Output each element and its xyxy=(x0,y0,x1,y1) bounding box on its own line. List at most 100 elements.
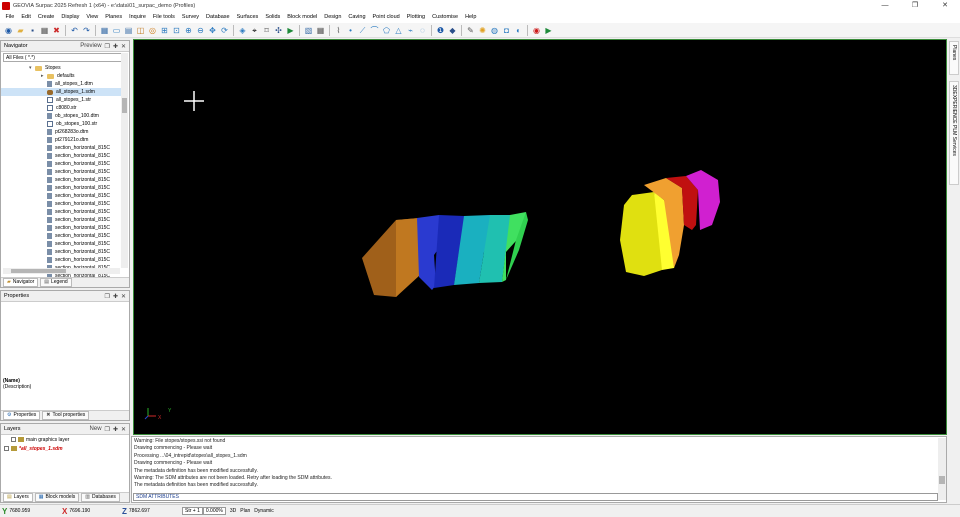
string-indicator[interactable]: Str + 1 xyxy=(182,507,203,515)
digitise-icon[interactable]: ⌇ xyxy=(333,25,344,36)
maximize-button[interactable]: ❐ xyxy=(900,0,930,12)
properties-icon[interactable]: ◆ xyxy=(447,25,458,36)
erase-icon[interactable]: ✖ xyxy=(51,25,62,36)
close-panel-icon[interactable]: ✕ xyxy=(121,293,126,300)
menu-block-model[interactable]: Block model xyxy=(284,12,321,23)
menu-database[interactable]: Database xyxy=(203,12,234,23)
menu-file[interactable]: File xyxy=(2,12,18,23)
scrollbar-thumb[interactable] xyxy=(122,98,127,113)
layer-item[interactable]: main graphics layer xyxy=(1,435,129,444)
pin-icon[interactable]: ✚ xyxy=(113,43,118,50)
tab-layers[interactable]: ▤ Layers xyxy=(3,493,33,502)
segment-icon[interactable]: ⌒ xyxy=(369,25,380,36)
render-mode-indicator[interactable]: Dynamic xyxy=(254,508,273,514)
zoom-in-icon[interactable]: ⊕ xyxy=(183,25,194,36)
grid-view-icon[interactable]: ▦ xyxy=(99,25,110,36)
menu-surfaces[interactable]: Surfaces xyxy=(233,12,262,23)
polygon-icon[interactable]: ⬠ xyxy=(381,25,392,36)
tree-item[interactable]: section_horizontal_815C xyxy=(1,208,121,216)
graphics-viewport[interactable]: Y X xyxy=(133,39,947,435)
tree-item[interactable]: section_horizontal_815C xyxy=(1,184,121,192)
tab-properties[interactable]: ⚙ Properties xyxy=(3,411,41,420)
navigator-vertical-scrollbar[interactable] xyxy=(121,53,128,268)
redo-icon[interactable]: ↷ xyxy=(81,25,92,36)
globe-icon[interactable]: ◉ xyxy=(3,25,14,36)
menu-solids[interactable]: Solids xyxy=(262,12,284,23)
tree-item[interactable]: pt279121o.dtm xyxy=(1,136,121,144)
stope-solid-right[interactable] xyxy=(620,170,720,276)
tree-item[interactable]: section_horizontal_815C xyxy=(1,232,121,240)
minimize-button[interactable]: — xyxy=(870,0,900,12)
close-panel-icon[interactable]: ✕ xyxy=(121,43,126,50)
menu-design[interactable]: Design xyxy=(321,12,345,23)
zoom-all-icon[interactable]: ⊡ xyxy=(171,25,182,36)
stope-solid-left[interactable] xyxy=(362,212,528,297)
pen-icon[interactable]: ✎ xyxy=(465,25,476,36)
navigator-horizontal-scrollbar[interactable] xyxy=(3,268,120,274)
stop-icon[interactable]: ◉ xyxy=(531,25,542,36)
tree-item[interactable]: section_horizontal_815C xyxy=(1,240,121,248)
play-icon[interactable]: ▶ xyxy=(543,25,554,36)
console-scrollbar[interactable] xyxy=(938,438,946,500)
compass-icon[interactable]: ◈ xyxy=(237,25,248,36)
screen-icon[interactable]: ▭ xyxy=(111,25,122,36)
tab-navigator[interactable]: ▰ Navigator xyxy=(3,278,39,287)
menu-edit[interactable]: Edit xyxy=(18,12,34,23)
layer-visibility-checkbox[interactable] xyxy=(4,446,9,451)
tree-item[interactable]: section_horizontal_815C xyxy=(1,224,121,232)
menu-plotting[interactable]: Plotting xyxy=(403,12,428,23)
tree-item[interactable]: section_horizontal_815C xyxy=(1,216,121,224)
tree-item[interactable]: all_stopes_1.sdm xyxy=(1,88,121,96)
tree-item[interactable]: c8080.str xyxy=(1,104,121,112)
float-icon[interactable]: ❐ xyxy=(105,293,110,300)
menu-file-tools[interactable]: File tools xyxy=(149,12,178,23)
save-icon[interactable]: ▪ xyxy=(27,25,38,36)
cube-icon[interactable]: ◘ xyxy=(501,25,512,36)
menu-customise[interactable]: Customise xyxy=(429,12,462,23)
menu-caving[interactable]: Caving xyxy=(345,12,369,23)
pan-icon[interactable]: ✥ xyxy=(207,25,218,36)
tree-item[interactable]: pt268283o.dtm xyxy=(1,128,121,136)
pin-icon[interactable]: ✚ xyxy=(113,426,118,433)
layer-visibility-checkbox[interactable] xyxy=(11,437,16,442)
snap-icon[interactable]: ⌑ xyxy=(261,25,272,36)
tree-item[interactable]: section_horizontal_815C xyxy=(1,200,121,208)
tree-item[interactable]: ▸ defaults xyxy=(1,72,121,80)
preview-label[interactable]: Preview xyxy=(80,43,101,50)
tree-item[interactable]: all_stopes_1.str xyxy=(1,96,121,104)
tree-item[interactable]: all_stopes_1.dtm xyxy=(1,80,121,88)
undo-icon[interactable]: ↶ xyxy=(69,25,80,36)
close-string-icon[interactable]: ◌ xyxy=(417,25,428,36)
new-layer-button[interactable]: New xyxy=(90,426,102,433)
scrollbar-thumb[interactable] xyxy=(939,476,945,484)
move-icon[interactable]: ✣ xyxy=(273,25,284,36)
tree-item[interactable]: section_horizontal_815C xyxy=(1,176,121,184)
tab-3dexperience[interactable]: 3DEXPERIENCE PLM Services xyxy=(949,81,959,185)
tree-item[interactable]: section_horizontal_815C xyxy=(1,256,121,264)
print-icon[interactable]: ▦ xyxy=(39,25,50,36)
line-icon[interactable]: ⟋ xyxy=(357,25,368,36)
open-folder-icon[interactable]: ▰ xyxy=(15,25,26,36)
pin-icon[interactable]: ✚ xyxy=(113,293,118,300)
view-indicator[interactable]: Plan xyxy=(240,508,250,514)
tree-item[interactable]: section_horizontal_815C xyxy=(1,144,121,152)
point-icon[interactable]: • xyxy=(345,25,356,36)
menu-planes[interactable]: Planes xyxy=(102,12,126,23)
tree-item[interactable]: section_horizontal_815C xyxy=(1,152,121,160)
tree-item[interactable]: section_horizontal_815C xyxy=(1,192,121,200)
file-filter-select[interactable]: All Files ( *.*) ▾ xyxy=(3,53,127,62)
tree-item[interactable]: section_horizontal_815C xyxy=(1,168,121,176)
close-button[interactable]: ✕ xyxy=(930,0,960,12)
tab-tool-properties[interactable]: ✖ Tool properties xyxy=(42,411,90,420)
scrollbar-thumb[interactable] xyxy=(11,269,66,273)
shade-icon[interactable]: ◐ xyxy=(513,25,524,36)
layers-icon[interactable]: ▤ xyxy=(123,25,134,36)
mode-3d-indicator[interactable]: 3D xyxy=(230,508,236,514)
tab-planes[interactable]: Planes xyxy=(949,41,959,75)
rotate-icon[interactable]: ⟳ xyxy=(219,25,230,36)
sphere-icon[interactable]: ◍ xyxy=(489,25,500,36)
command-line-input[interactable]: SDM ATTRIBUTES xyxy=(133,493,938,501)
tree-item[interactable]: ob_stopes_100.str xyxy=(1,120,121,128)
string-icon[interactable]: ⌁ xyxy=(405,25,416,36)
target-icon[interactable]: ◎ xyxy=(147,25,158,36)
